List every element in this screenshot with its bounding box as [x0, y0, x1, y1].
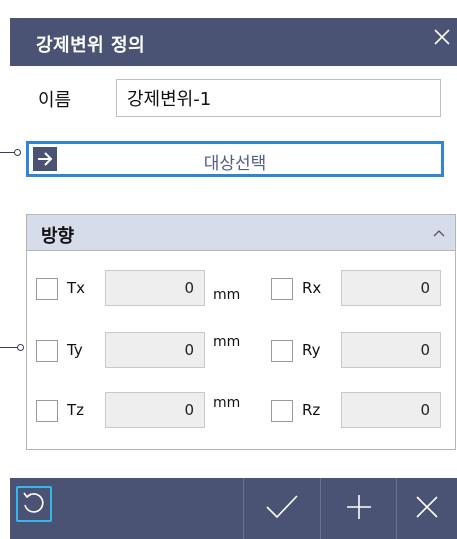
tx-label: Tx — [67, 279, 86, 297]
close-icon[interactable] — [431, 24, 453, 50]
select-target-button[interactable]: 대상선택 — [26, 141, 444, 177]
rz-value-field[interactable]: 0 — [341, 392, 441, 428]
direction-group-header[interactable]: 방향 — [27, 215, 455, 251]
close-icon — [413, 493, 441, 525]
rz-checkbox[interactable] — [271, 400, 293, 422]
add-button[interactable] — [321, 478, 396, 539]
rx-checkbox[interactable] — [271, 278, 293, 300]
tz-checkbox[interactable] — [36, 400, 58, 422]
ry-value-field[interactable]: 0 — [341, 332, 441, 368]
reset-button[interactable] — [10, 478, 60, 539]
select-target-label: 대상선택 — [203, 154, 267, 174]
reset-icon — [16, 486, 52, 522]
cancel-button[interactable] — [397, 478, 457, 539]
tx-value-field[interactable]: 0 — [105, 270, 205, 306]
ry-checkbox[interactable] — [271, 340, 293, 362]
bottom-toolbar — [10, 478, 457, 539]
check-icon — [264, 492, 300, 526]
name-input[interactable] — [116, 79, 441, 117]
rx-value-field[interactable]: 0 — [341, 270, 441, 306]
ty-checkbox[interactable] — [36, 340, 58, 362]
plus-icon — [344, 492, 374, 526]
tx-unit: mm — [213, 287, 241, 303]
ty-label: Ty — [67, 341, 83, 359]
ry-label: Ry — [302, 341, 321, 359]
confirm-button[interactable] — [244, 478, 320, 539]
tz-value-field[interactable]: 0 — [105, 392, 205, 428]
direction-title: 방향 — [41, 226, 75, 247]
leader-dot-middle — [17, 344, 24, 351]
name-label: 이름 — [38, 90, 72, 111]
tz-unit: mm — [213, 395, 241, 411]
chevron-up-icon[interactable] — [431, 225, 447, 239]
ty-value-field[interactable]: 0 — [105, 332, 205, 368]
leader-dot-top — [14, 149, 21, 156]
rz-label: Rz — [302, 401, 321, 419]
dialog-title: 강제변위 정의 — [36, 35, 146, 56]
dialog-title-bar: 강제변위 정의 — [10, 18, 457, 66]
tx-checkbox[interactable] — [36, 278, 58, 300]
ty-unit: mm — [213, 334, 241, 350]
tz-label: Tz — [67, 401, 85, 419]
direction-group: 방향 Tx 0 mm Rx 0 Ty 0 mm Ry 0 Tz 0 mm Rz … — [26, 214, 456, 450]
rx-label: Rx — [302, 279, 322, 297]
